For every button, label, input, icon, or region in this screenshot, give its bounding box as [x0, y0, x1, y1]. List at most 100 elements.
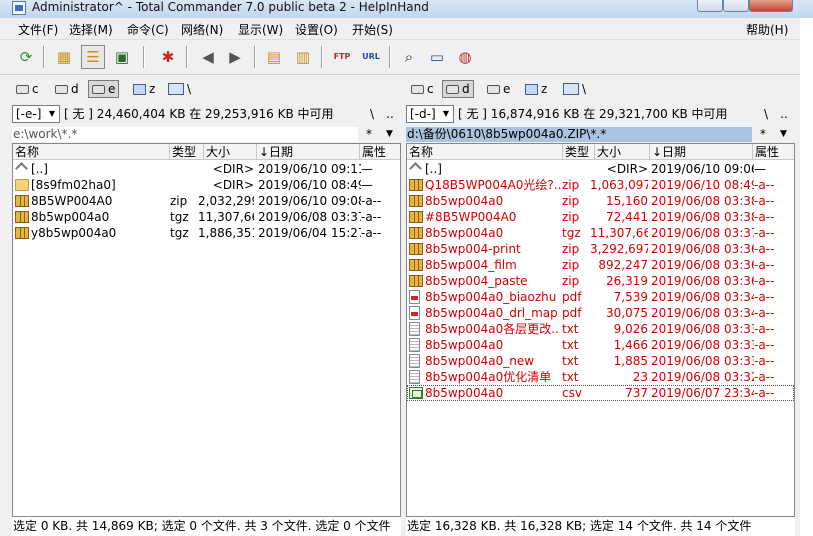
right-network-button[interactable]: \: [560, 80, 589, 98]
file-row[interactable]: 8b5wp004a0tgz11,307,6692019/06/08 03:37-…: [407, 225, 794, 241]
file-size: 23: [632, 370, 648, 384]
file-row[interactable]: 8b5wp004a0_biaozhu pdf 7,539 2019/06/08 03:…: [407, 289, 794, 305]
right-drive-combo[interactable]: [-d-] ▼: [406, 105, 454, 123]
menu-command[interactable]: 命令(C): [127, 22, 169, 38]
left-drive-c-button[interactable]: c: [13, 80, 42, 98]
brief-view-icon[interactable]: ▦: [52, 45, 76, 69]
file-name: 8B5WP004A0: [31, 194, 113, 208]
menu-help[interactable]: 帮助(H): [746, 22, 788, 38]
header-name[interactable]: 名称: [13, 144, 170, 160]
right-path-bar[interactable]: d:\备份\0610\8b5wp004a0.ZIP\*.*: [406, 127, 752, 142]
toolbar-separator: [143, 46, 145, 68]
menu-config[interactable]: 设置(O): [295, 22, 338, 38]
right-up-button[interactable]: ..: [777, 105, 791, 123]
multi-rename-icon[interactable]: ▭: [425, 45, 449, 69]
header-size[interactable]: 大小: [204, 144, 257, 160]
right-root-button[interactable]: \: [759, 105, 773, 123]
left-path-bar[interactable]: e:\work\*.*: [12, 127, 358, 142]
file-row[interactable]: 8b5wp004_film zip 892,247 2019/06/08 03:36-…: [407, 257, 794, 273]
file-row[interactable]: y8b5wp004a0 tgz 1,886,351 2019/06/04 15:27-…: [13, 225, 400, 241]
header-date[interactable]: ↓日期: [257, 144, 360, 160]
drive-combo-value: [-d-]: [410, 107, 436, 121]
minimize-button[interactable]: [697, 0, 723, 12]
file-row[interactable]: Q18B5WP004A0光绘?.. zip 1,063,097 2019/06/10 …: [407, 177, 794, 193]
left-up-button[interactable]: ..: [383, 105, 397, 123]
left-network-button[interactable]: \: [165, 80, 194, 98]
drive-label: d: [462, 82, 470, 96]
file-row[interactable]: 8b5wp004a0 zip 15,160 2019/06/08 03:38 -a--: [407, 193, 794, 209]
file-date: 2019/06/08 03:36: [651, 242, 754, 256]
file-row[interactable]: 8b5wp004-print zip 3,292,697 2019/06/08 03:…: [407, 241, 794, 257]
file-type: zip: [562, 194, 580, 208]
left-drive-e-button[interactable]: e: [88, 80, 120, 98]
right-drive-e-button[interactable]: e: [484, 80, 513, 98]
right-history-arrow[interactable]: ▼: [780, 127, 787, 142]
search-icon[interactable]: ⌕: [397, 45, 421, 69]
pack-icon[interactable]: ▤: [262, 45, 286, 69]
file-row[interactable]: 8b5wp004a0各层更改.. txt 9,026 2019/06/08 03:33…: [407, 321, 794, 337]
maximize-button[interactable]: [723, 0, 749, 12]
file-name: [..]: [31, 162, 48, 176]
menu-select[interactable]: 选择(M): [69, 22, 113, 38]
archive-file-icon: [409, 211, 423, 223]
drive-icon: [16, 84, 29, 94]
file-row[interactable]: #8B5WP004A0 zip 72,441 2019/06/08 03:38 -a--: [407, 209, 794, 225]
menu-network[interactable]: 网络(N): [181, 22, 223, 38]
left-root-button[interactable]: \: [365, 105, 379, 123]
drive-label: d: [71, 82, 79, 96]
header-attr[interactable]: 属性: [360, 144, 400, 160]
panel-splitter[interactable]: [401, 75, 405, 536]
file-row[interactable]: 8B5WP004A0 zip 2,032,299 2019/06/10 09:08 -a…: [13, 193, 400, 209]
right-drive-c-button[interactable]: c: [408, 80, 437, 98]
forward-icon[interactable]: ▶: [223, 45, 247, 69]
parent-dir-icon: [15, 162, 28, 175]
file-row[interactable]: [..] <DIR> 2019/06/10 09:06—: [407, 161, 794, 177]
url-connect-icon[interactable]: URL: [359, 45, 383, 69]
left-drive-d-button[interactable]: d: [52, 80, 82, 98]
file-row[interactable]: 8b5wp004a0优化清单 txt 23 2019/06/08 03:32 -a--: [407, 369, 794, 385]
file-type: txt: [562, 354, 579, 368]
file-row[interactable]: 8b5wp004a0tgz11,307,6692019/06/08 03:37-…: [13, 209, 400, 225]
right-status-bar: 选定 16,328 KB. 共 16,328 KB; 选定 14 个文件. 共 …: [406, 517, 795, 536]
left-history-arrow[interactable]: ▼: [386, 127, 393, 142]
invert-selection-icon[interactable]: ✱: [156, 45, 180, 69]
header-type[interactable]: 类型: [563, 144, 595, 160]
back-icon[interactable]: ◀: [196, 45, 220, 69]
drive-icon: [446, 84, 459, 94]
file-size: 3,292,697: [590, 242, 648, 256]
file-row[interactable]: 8b5wp004a0 csv 737 2019/06/07 23:34 -a--: [407, 385, 794, 401]
right-drive-d-button[interactable]: d: [442, 80, 474, 98]
header-type[interactable]: 类型: [170, 144, 204, 160]
right-history-star[interactable]: *: [760, 127, 766, 142]
file-row[interactable]: 8b5wp004_paste zip 26,319 2019/06/08 03:36-…: [407, 273, 794, 289]
left-status-bar: 选定 0 KB. 共 14,869 KB; 选定 0 个文件. 共 3 个文件.…: [12, 517, 401, 536]
file-row[interactable]: 8b5wp004a0_new txt 1,885 2019/06/08 03:33 -a…: [407, 353, 794, 369]
file-date: 2019/06/08 03:33: [651, 338, 754, 352]
file-date: 2019/06/08 03:33: [651, 354, 754, 368]
menu-view[interactable]: 显示(W): [238, 22, 283, 38]
menu-file[interactable]: 文件(F): [18, 22, 58, 38]
unpack-icon[interactable]: ▥: [291, 45, 315, 69]
left-history-star[interactable]: *: [366, 127, 372, 142]
network-label: \: [187, 82, 192, 96]
header-size[interactable]: 大小: [595, 144, 650, 160]
ftp-connect-icon[interactable]: FTP: [330, 45, 354, 69]
header-attr[interactable]: 属性: [753, 144, 794, 160]
header-name[interactable]: 名称: [407, 144, 563, 160]
thumbnail-view-icon[interactable]: ▣: [110, 45, 134, 69]
file-row[interactable]: [..] <DIR> 2019/06/10 09:11—: [13, 161, 400, 177]
close-button[interactable]: [749, 0, 793, 12]
right-drive-z-button[interactable]: z: [522, 80, 550, 98]
detailed-view-icon[interactable]: ☰: [81, 45, 105, 69]
menu-start[interactable]: 开始(S): [352, 22, 393, 38]
file-row[interactable]: 8b5wp004a0 txt 1,466 2019/06/08 03:33 -a--: [407, 337, 794, 353]
refresh-icon[interactable]: ⟳: [14, 45, 38, 69]
left-drive-z-button[interactable]: z: [130, 80, 158, 98]
file-row[interactable]: [8s9fm02ha0] <DIR> 2019/06/10 08:49—: [13, 177, 400, 193]
sync-dirs-icon[interactable]: ◍: [453, 45, 477, 69]
header-date[interactable]: ↓日期: [650, 144, 753, 160]
left-drive-combo[interactable]: [-e-] ▼: [12, 105, 60, 123]
file-date: 2019/06/08 03:36: [651, 274, 754, 288]
left-free-space: [ 无 ] 24,460,404 KB 在 29,253,916 KB 中可用: [64, 107, 334, 121]
file-row[interactable]: 8b5wp004a0_drl_map pdf 30,075 2019/06/08 03…: [407, 305, 794, 321]
